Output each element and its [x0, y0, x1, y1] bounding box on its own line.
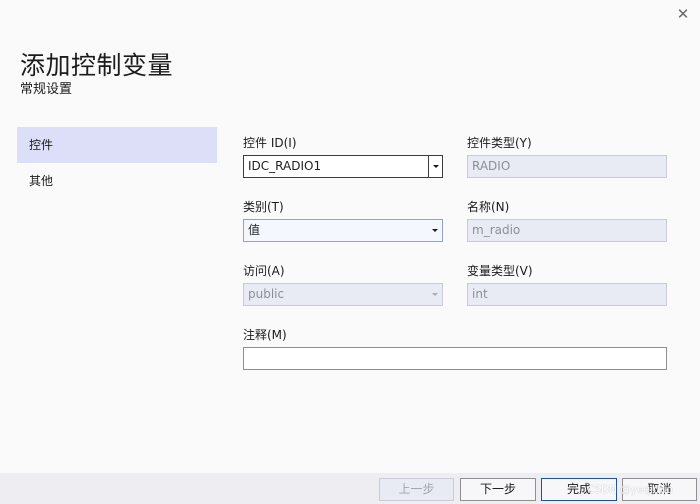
control-id-combo[interactable]: IDC_RADIO1 — [243, 155, 443, 178]
chevron-down-icon — [428, 284, 442, 305]
comment-input[interactable] — [243, 347, 667, 370]
name-label: 名称(N) — [467, 200, 510, 214]
access-value: public — [248, 287, 285, 301]
dialog-subtitle: 常规设置 — [20, 82, 73, 97]
nav-item-label: 其他 — [29, 174, 54, 188]
dialog-title: 添加控制变量 — [20, 51, 174, 80]
cancel-button-label: 取消 — [647, 482, 672, 496]
name-value: m_radio — [472, 223, 521, 237]
control-id-value: IDC_RADIO1 — [248, 159, 322, 173]
variable-type-field: int — [467, 283, 667, 306]
next-button[interactable]: 下一步 — [460, 478, 536, 501]
close-icon[interactable]: ✕ — [672, 6, 694, 22]
access-combo: public — [243, 283, 443, 306]
category-label: 类别(T) — [243, 200, 284, 214]
cancel-button[interactable]: 取消 — [622, 478, 697, 501]
control-type-value: RADIO — [472, 159, 511, 173]
variable-type-value: int — [472, 287, 488, 301]
comment-label: 注释(M) — [243, 328, 287, 342]
access-label: 访问(A) — [243, 264, 285, 278]
control-type-label: 控件类型(Y) — [467, 136, 532, 150]
control-type-field: RADIO — [467, 155, 667, 178]
next-button-label: 下一步 — [479, 482, 516, 496]
category-value: 值 — [248, 223, 261, 237]
finish-button-label: 完成 — [566, 482, 591, 496]
chevron-down-icon[interactable] — [428, 156, 442, 177]
category-combo[interactable]: 值 — [243, 219, 443, 242]
nav-item-label: 控件 — [29, 138, 54, 152]
control-id-label: 控件 ID(I) — [243, 136, 297, 150]
variable-type-label: 变量类型(V) — [467, 264, 533, 278]
finish-button[interactable]: 完成 — [541, 478, 617, 501]
prev-button-label: 上一步 — [398, 482, 435, 496]
nav-item-control[interactable]: 控件 — [17, 127, 217, 163]
name-field: m_radio — [467, 219, 667, 242]
nav-item-other[interactable]: 其他 — [17, 163, 217, 199]
chevron-down-icon[interactable] — [428, 220, 442, 241]
prev-button[interactable]: 上一步 — [379, 478, 454, 501]
